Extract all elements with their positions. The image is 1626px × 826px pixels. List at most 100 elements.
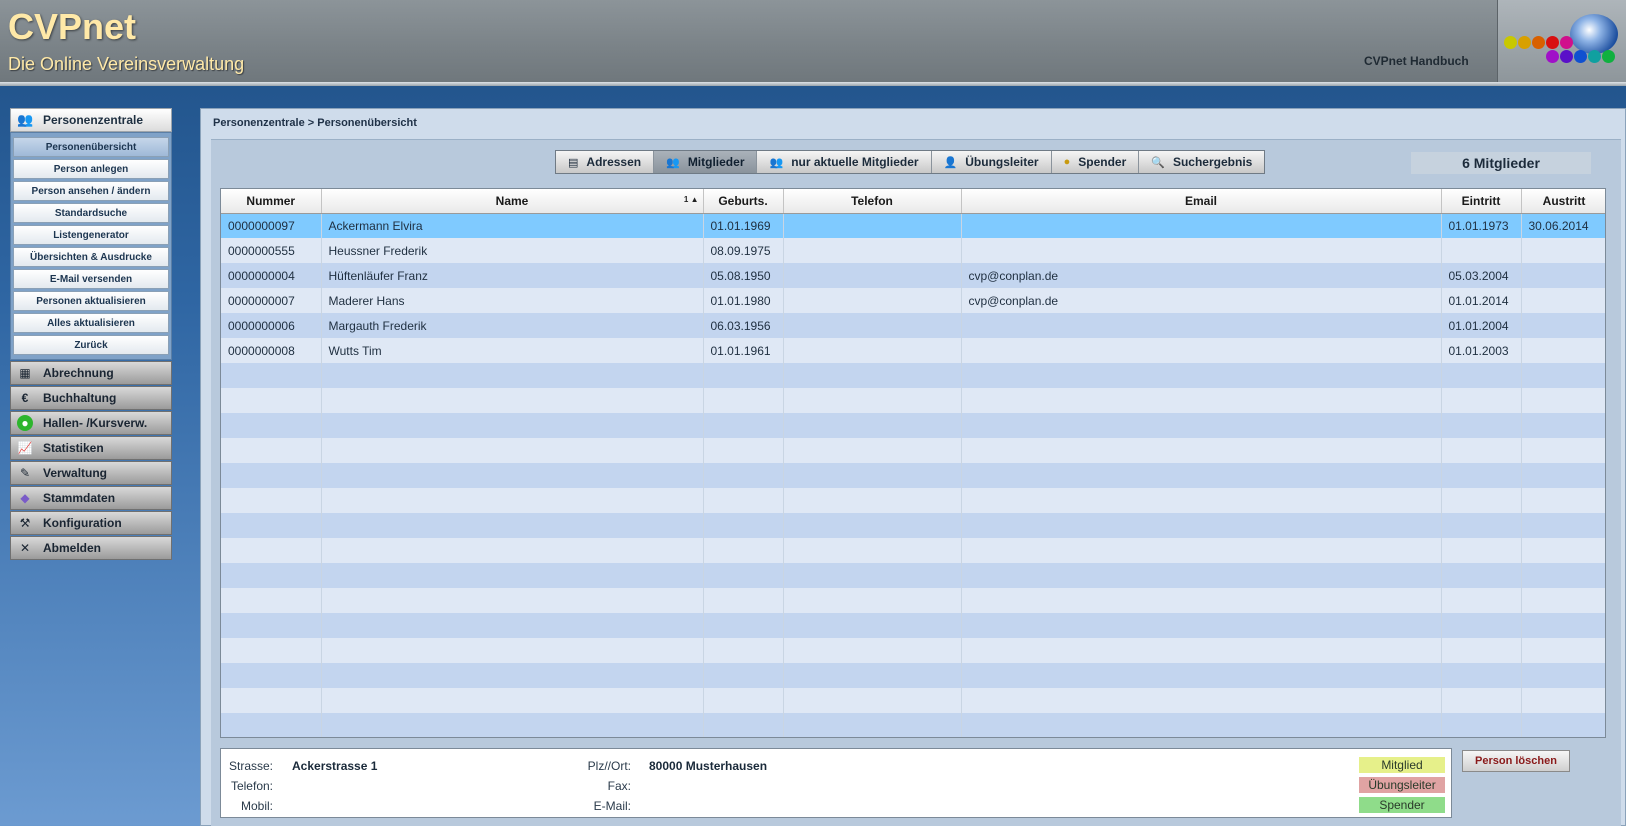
- table-row[interactable]: [221, 563, 1605, 588]
- table-cell: [783, 388, 962, 413]
- tab-aktuelle-mitglieder[interactable]: 👥 nur aktuelle Mitglieder: [757, 151, 932, 173]
- sidebar-group-verwaltung[interactable]: ✎ Verwaltung: [10, 461, 172, 485]
- delete-person-button[interactable]: Person löschen: [1462, 750, 1570, 772]
- sidebar-group-statistiken[interactable]: 📈 Statistiken: [10, 436, 172, 460]
- table-cell: 0000000555: [221, 238, 322, 263]
- sidebar-group-stammdaten[interactable]: ◆ Stammdaten: [10, 486, 172, 510]
- sidebar-item-personen-aktualisieren[interactable]: Personen aktualisieren: [13, 291, 169, 311]
- sidebar-item-personenuebersicht[interactable]: Personenübersicht: [13, 137, 169, 157]
- table-cell: [1521, 438, 1605, 463]
- table-row[interactable]: [221, 413, 1605, 438]
- table-cell: [961, 488, 1442, 513]
- globe-icon: [1570, 14, 1618, 54]
- table-row[interactable]: [221, 463, 1605, 488]
- table-cell: [321, 638, 704, 663]
- sidebar-item-listengenerator[interactable]: Listengenerator: [13, 225, 169, 245]
- table-cell: [1521, 288, 1605, 313]
- col-header-telefon[interactable]: Telefon: [783, 189, 962, 214]
- strasse-value: Ackerstrasse 1: [292, 759, 378, 773]
- table-row[interactable]: [221, 538, 1605, 563]
- table-row[interactable]: 0000000555 Heussner Frederik 08.09.1975: [221, 238, 1605, 263]
- handbook-link[interactable]: CVPnet Handbuch: [1364, 54, 1469, 68]
- table-cell: Wutts Tim: [321, 338, 704, 363]
- table-row[interactable]: [221, 613, 1605, 638]
- table-cell: [961, 213, 1442, 238]
- col-header-geburts[interactable]: Geburts.: [703, 189, 784, 214]
- col-header-email[interactable]: Email: [961, 189, 1442, 214]
- table-cell: [1521, 588, 1605, 613]
- sidebar-group-abmelden[interactable]: ✕ Abmelden: [10, 536, 172, 560]
- table-row[interactable]: [221, 713, 1605, 737]
- sidebar-item-email-versenden[interactable]: E-Mail versenden: [13, 269, 169, 289]
- tab-suchergebnis[interactable]: 🔍 Suchergebnis: [1139, 151, 1265, 173]
- table-cell: [1521, 688, 1605, 713]
- table-cell: [1521, 338, 1605, 363]
- table-cell: [783, 438, 962, 463]
- table-row[interactable]: 0000000006 Margauth Frederik 06.03.1956 01.…: [221, 313, 1605, 338]
- table-cell: [221, 488, 322, 513]
- tab-spender[interactable]: ● Spender: [1051, 151, 1140, 173]
- sidebar: 👥 Personenzentrale Personenübersicht Per…: [10, 108, 172, 560]
- table-cell: 08.09.1975: [703, 238, 784, 263]
- table-cell: [321, 663, 704, 688]
- table-cell: [961, 388, 1442, 413]
- sidebar-group-abrechnung[interactable]: ▦ Abrechnung: [10, 361, 172, 385]
- tab-mitglieder[interactable]: 👥 Mitglieder: [654, 151, 758, 173]
- table-cell: [961, 688, 1442, 713]
- table-row[interactable]: [221, 638, 1605, 663]
- header-divider: [0, 82, 1626, 86]
- fax-label: Fax:: [607, 779, 631, 793]
- table-row[interactable]: 0000000004 Hüftenläufer Franz 05.08.1950 cv…: [221, 263, 1605, 288]
- sidebar-item-zurueck[interactable]: Zurück: [13, 335, 169, 355]
- table-row[interactable]: [221, 388, 1605, 413]
- table-row[interactable]: [221, 438, 1605, 463]
- col-header-austritt[interactable]: Austritt: [1521, 189, 1605, 214]
- tab-adressen[interactable]: ▤ Adressen: [556, 151, 655, 173]
- sidebar-item-uebersichten[interactable]: Übersichten & Ausdrucke: [13, 247, 169, 267]
- table-cell: [783, 688, 962, 713]
- table-cell: [961, 563, 1442, 588]
- table-row[interactable]: 0000000007 Maderer Hans 01.01.1980 cvp@conp…: [221, 288, 1605, 313]
- table-cell: [1521, 613, 1605, 638]
- table-cell: [1521, 263, 1605, 288]
- col-header-eintritt[interactable]: Eintritt: [1441, 189, 1522, 214]
- tab-uebungsleiter[interactable]: 👤 Übungsleiter: [931, 151, 1052, 173]
- table-cell: 05.08.1950: [703, 263, 784, 288]
- table-cell: [1441, 513, 1522, 538]
- table-cell: [703, 538, 784, 563]
- table-row[interactable]: [221, 588, 1605, 613]
- table-cell: [703, 413, 784, 438]
- sidebar-group-buchhaltung[interactable]: € Buchhaltung: [10, 386, 172, 410]
- sidebar-item-person-ansehen[interactable]: Person ansehen / ändern: [13, 181, 169, 201]
- table-cell: [1521, 488, 1605, 513]
- table-cell: [783, 313, 962, 338]
- table-row[interactable]: [221, 688, 1605, 713]
- table-cell: 0000000008: [221, 338, 322, 363]
- col-header-nummer[interactable]: Nummer: [221, 189, 322, 214]
- table-row[interactable]: 0000000097 Ackermann Elvira 01.01.1969 01.0…: [221, 213, 1605, 238]
- table-cell: [221, 513, 322, 538]
- sidebar-item-person-anlegen[interactable]: Person anlegen: [13, 159, 169, 179]
- table-row[interactable]: [221, 488, 1605, 513]
- table-cell: [1441, 713, 1522, 737]
- table-cell: [221, 538, 322, 563]
- sidebar-group-hallen[interactable]: ● Hallen- /Kursverw.: [10, 411, 172, 435]
- table-row[interactable]: [221, 513, 1605, 538]
- plzort-value: 80000 Musterhausen: [649, 759, 768, 773]
- sport-icon: ●: [17, 415, 33, 431]
- table-cell: Ackermann Elvira: [321, 213, 704, 238]
- table-row[interactable]: [221, 663, 1605, 688]
- table-cell: [783, 588, 962, 613]
- table-row[interactable]: 0000000008 Wutts Tim 01.01.1961 01.01.2003: [221, 338, 1605, 363]
- sidebar-group-konfiguration[interactable]: ⚒ Konfiguration: [10, 511, 172, 535]
- table-cell: [1521, 463, 1605, 488]
- table-cell: [1521, 413, 1605, 438]
- sidebar-item-alles-aktualisieren[interactable]: Alles aktualisieren: [13, 313, 169, 333]
- telefon-label: Telefon:: [230, 779, 273, 793]
- sidebar-item-standardsuche[interactable]: Standardsuche: [13, 203, 169, 223]
- member-count: 6 Mitglieder: [1411, 152, 1591, 174]
- table-row[interactable]: [221, 363, 1605, 388]
- table-cell: [703, 563, 784, 588]
- col-header-name[interactable]: Name 1 ▲: [321, 189, 704, 214]
- sidebar-section-personenzentrale[interactable]: 👥 Personenzentrale: [10, 108, 172, 132]
